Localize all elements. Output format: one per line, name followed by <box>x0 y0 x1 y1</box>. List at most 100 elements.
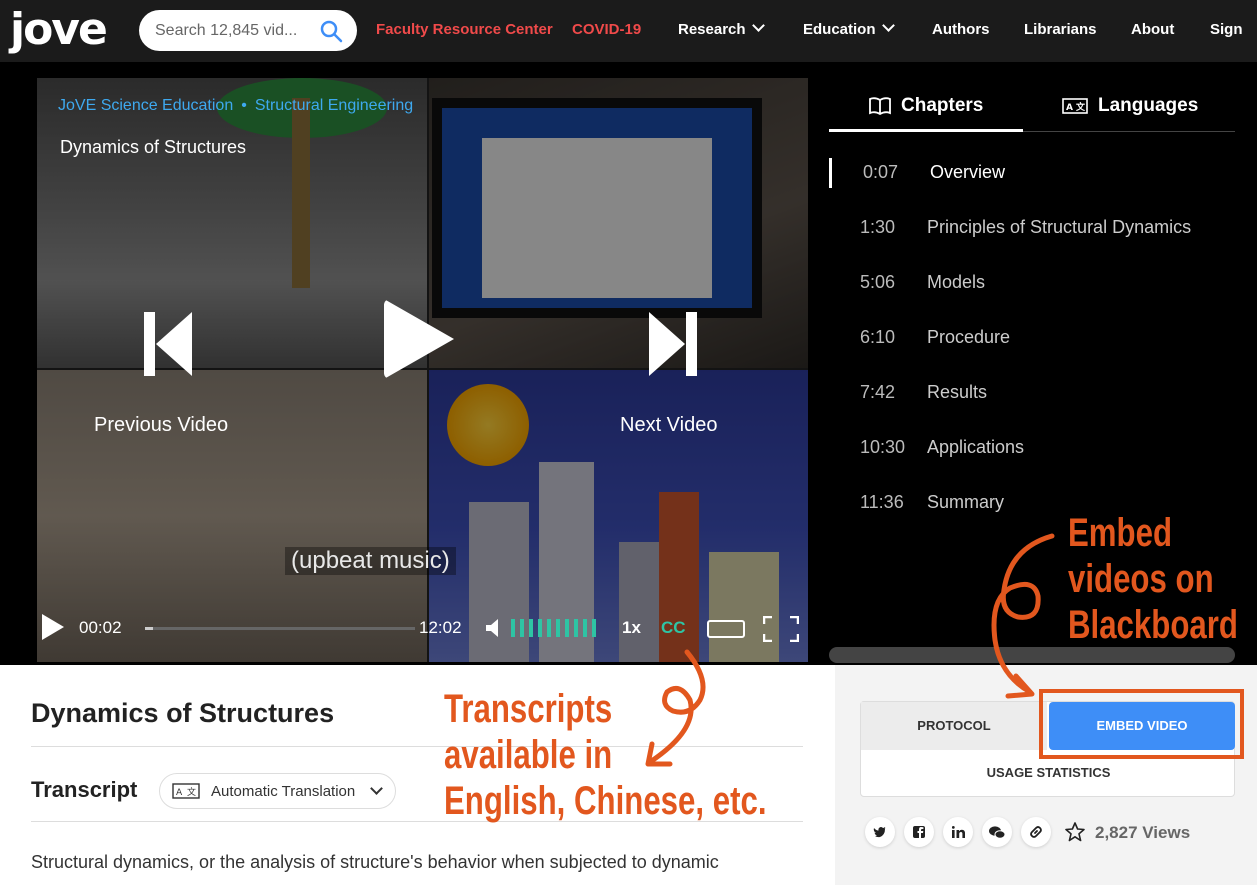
search-icon[interactable] <box>319 19 343 43</box>
breadcrumb-structural-engineering[interactable]: Structural Engineering <box>255 97 413 114</box>
player-controls: 00:02 12:02 1x CC <box>37 608 808 648</box>
nav-sign-in[interactable]: Sign <box>1210 21 1243 38</box>
chevron-down-icon <box>881 19 895 32</box>
volume-tick <box>547 619 551 637</box>
link-icon[interactable] <box>1021 817 1051 847</box>
annotation-embed: Embed videos on Blackboard <box>1068 510 1238 648</box>
chapter-item-models[interactable]: 5:06 Models <box>829 260 1235 300</box>
chevron-down-icon <box>751 19 765 32</box>
theater-mode-icon[interactable] <box>707 620 745 638</box>
playback-speed-button[interactable]: 1x <box>622 618 641 638</box>
chapter-time: 6:10 <box>860 327 896 347</box>
translation-dropdown[interactable]: A 文 Automatic Translation <box>159 773 396 809</box>
chapter-item-results[interactable]: 7:42 Results <box>829 370 1235 410</box>
tab-chapters[interactable]: Chapters <box>829 86 1023 132</box>
linkedin-icon[interactable] <box>943 817 973 847</box>
view-count: 2,827 Views <box>1095 823 1191 842</box>
svg-text:文: 文 <box>1075 101 1086 113</box>
chapter-item-principles[interactable]: 1:30 Principles of Structural Dynamics <box>829 205 1235 245</box>
next-video-label[interactable]: Next Video <box>620 414 717 437</box>
annotation-line: Blackboard <box>1068 603 1238 647</box>
nav-librarians[interactable]: Librarians <box>1024 21 1097 38</box>
chapter-item-procedure[interactable]: 6:10 Procedure <box>829 315 1235 355</box>
annotation-transcripts: Transcripts available in English, Chines… <box>444 686 766 824</box>
chapter-item-applications[interactable]: 10:30 Applications <box>829 425 1235 465</box>
tab-languages[interactable]: A 文 Languages <box>1062 86 1235 132</box>
chapter-time: 0:07 <box>863 162 899 182</box>
search-input[interactable] <box>155 18 310 43</box>
chapter-time: 5:06 <box>860 272 896 292</box>
previous-video-label[interactable]: Previous Video <box>94 414 228 437</box>
volume-tick <box>556 619 560 637</box>
chapter-label: Principles of Structural Dynamics <box>927 217 1192 237</box>
chevron-down-icon <box>370 782 383 795</box>
tab-chapters-label: Chapters <box>901 95 984 116</box>
twitter-icon[interactable] <box>865 817 895 847</box>
share-row: 2,827 Views <box>865 817 1245 851</box>
breadcrumb-separator: • <box>241 97 247 114</box>
volume-tick <box>520 619 524 637</box>
jove-logo[interactable]: jove <box>10 4 108 55</box>
nav-about[interactable]: About <box>1131 21 1174 38</box>
annotation-line: Embed <box>1068 511 1173 555</box>
nav-research[interactable]: Research <box>678 19 765 38</box>
volume-tick <box>529 619 533 637</box>
star-icon[interactable] <box>1060 817 1090 847</box>
chapter-label: Applications <box>927 437 1025 457</box>
progress-bar[interactable] <box>145 627 415 630</box>
annotation-line: Transcripts <box>444 687 613 731</box>
annotation-line: videos on <box>1068 557 1214 601</box>
volume-tick <box>565 619 569 637</box>
facebook-icon[interactable] <box>904 817 934 847</box>
top-nav: jove Faculty Resource Center COVID-19 Re… <box>0 0 1257 62</box>
video-caption: (upbeat music) <box>285 547 456 575</box>
nav-education[interactable]: Education <box>803 19 895 38</box>
progress-fill <box>145 627 154 630</box>
wechat-icon[interactable] <box>982 817 1012 847</box>
duration: 12:02 <box>419 618 462 637</box>
embed-highlight-box <box>1039 689 1244 759</box>
volume-slider[interactable] <box>511 619 607 637</box>
transcript-text: Structural dynamics, or the analysis of … <box>31 852 719 872</box>
search-box <box>139 10 357 51</box>
volume-tick <box>583 619 587 637</box>
nav-authors[interactable]: Authors <box>932 21 990 38</box>
nav-research-label: Research <box>678 21 746 38</box>
protocol-button[interactable]: PROTOCOL <box>861 702 1047 750</box>
translate-icon: A 文 <box>1062 98 1088 114</box>
chapter-time: 1:30 <box>860 217 896 237</box>
book-icon <box>869 97 891 115</box>
volume-tick <box>592 619 596 637</box>
chapter-label: Overview <box>930 162 1006 182</box>
next-video-icon[interactable] <box>647 310 699 378</box>
chapter-tabs: Chapters A 文 Languages <box>829 86 1235 132</box>
chapter-time: 7:42 <box>860 382 896 402</box>
translate-icon: A 文 <box>172 783 200 799</box>
chapter-item-overview[interactable]: 0:07 Overview <box>829 150 1235 190</box>
svg-text:A: A <box>1066 103 1073 113</box>
volume-tick <box>538 619 542 637</box>
big-play-icon[interactable] <box>384 299 454 379</box>
page-title: Dynamics of Structures <box>31 698 335 728</box>
chapter-label: Procedure <box>927 327 1011 347</box>
closed-captions-button[interactable]: CC <box>661 618 686 638</box>
svg-text:A: A <box>176 788 183 798</box>
volume-tick <box>511 619 515 637</box>
svg-text:文: 文 <box>187 786 196 798</box>
previous-video-icon[interactable] <box>142 310 194 378</box>
nav-faculty-resource-center[interactable]: Faculty Resource Center <box>376 21 553 38</box>
breadcrumb-science-education[interactable]: JoVE Science Education <box>58 97 233 114</box>
active-chapter-indicator <box>829 158 832 188</box>
video-title: Dynamics of Structures <box>60 137 247 157</box>
translation-dropdown-label: Automatic Translation <box>211 783 356 800</box>
annotation-line: English, Chinese, etc. <box>444 779 767 823</box>
volume-icon[interactable] <box>486 618 502 638</box>
annotation-line: available in <box>444 733 613 777</box>
current-time: 00:02 <box>79 618 122 637</box>
chapter-time: 11:36 <box>860 492 904 512</box>
fullscreen-icon[interactable] <box>763 616 799 642</box>
play-icon[interactable] <box>42 614 64 640</box>
chapter-scrollbar[interactable] <box>829 647 1235 663</box>
nav-covid-19[interactable]: COVID-19 <box>572 21 641 38</box>
breadcrumb: JoVE Science Education • Structural Engine… <box>58 97 413 115</box>
